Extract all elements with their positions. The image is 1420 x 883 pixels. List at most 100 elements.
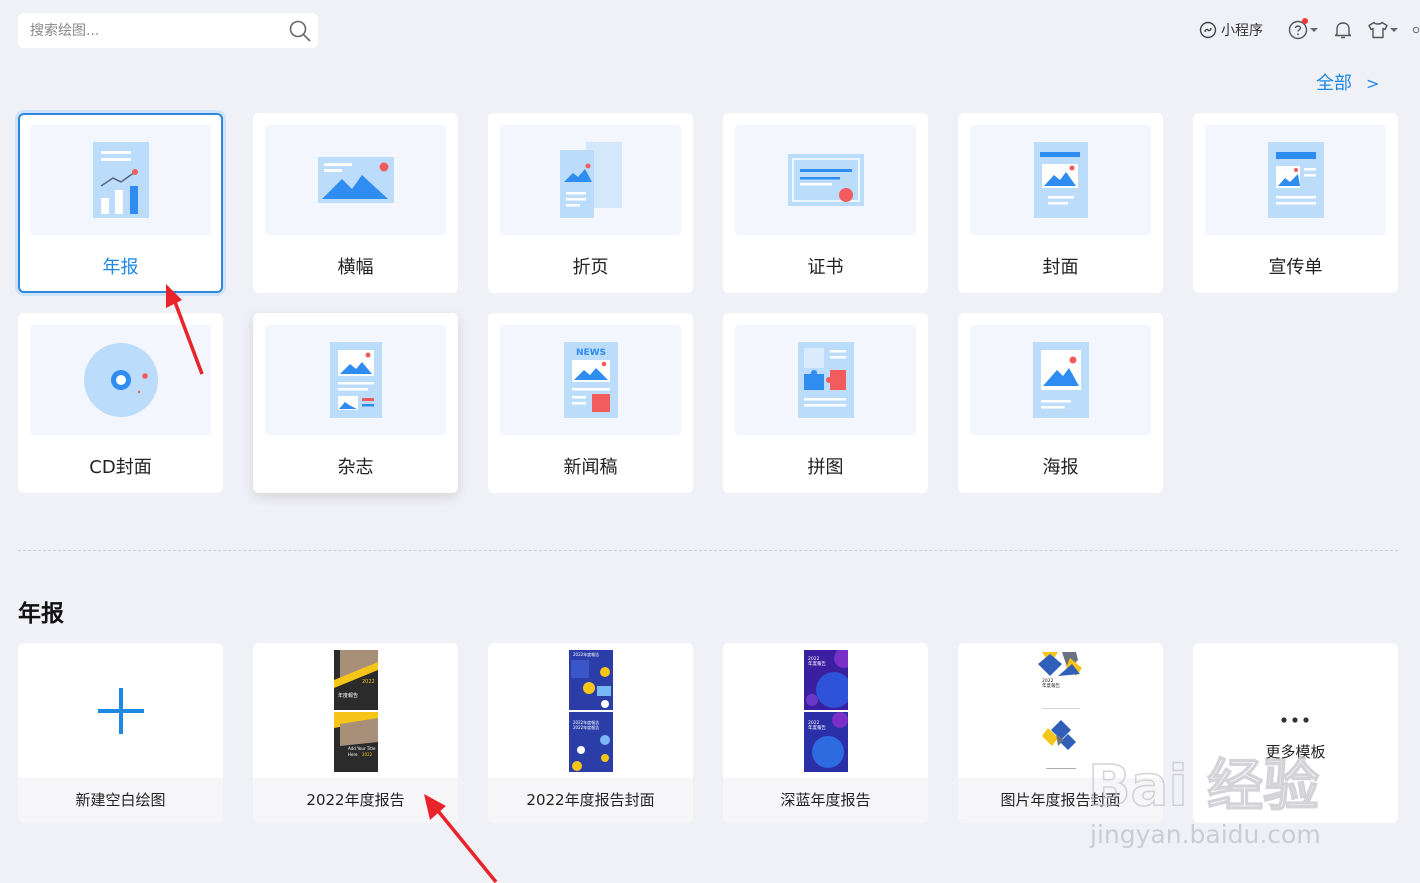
template-label: 新建空白绘图	[18, 778, 223, 823]
mini-program-button[interactable]: 小程序	[1199, 20, 1263, 40]
news-badge: NEWS	[575, 348, 605, 358]
more-templates-card[interactable]: 更多模板	[1193, 643, 1398, 823]
magazine-icon	[329, 342, 382, 418]
svg-text:jingyan.baidu.com: jingyan.baidu.com	[1089, 820, 1321, 849]
flyer-icon	[1267, 142, 1324, 218]
svg-text:Add Your Title: Add Your Title	[348, 746, 376, 751]
category-thumbnail	[735, 125, 916, 235]
template-thumbnail: 2022 年度報告	[1037, 649, 1084, 772]
category-thumbnail	[30, 325, 211, 435]
annual-report-icon	[92, 142, 149, 218]
plus-icon	[97, 687, 144, 734]
category-annual-report[interactable]: 年报	[18, 113, 223, 293]
template-thumbnail: 2022 年度報告 Add Your Title Here 2022	[333, 649, 378, 772]
template-label: 图片年度报告封面	[958, 778, 1163, 823]
category-label: 横幅	[337, 257, 374, 278]
category-label: 拼图	[807, 457, 844, 478]
category-label: 新闻稿	[563, 457, 618, 478]
category-certificate[interactable]: 证书	[723, 113, 928, 293]
svg-text:2022年度報告: 2022年度報告	[573, 724, 599, 730]
section-divider	[18, 550, 1398, 551]
skin-button[interactable]	[1368, 21, 1398, 39]
svg-text:年度報告: 年度報告	[338, 692, 358, 699]
category-cover[interactable]: 封面	[958, 113, 1163, 293]
poster-icon	[1032, 342, 1089, 418]
chevron-right-icon: >	[1366, 74, 1380, 93]
template-card[interactable]: 2022年度報告 2022年度報告 2022年度報告 2022年度报告封面	[488, 643, 693, 823]
category-thumbnail: NEWS	[500, 325, 681, 435]
category-poster[interactable]: 海报	[958, 313, 1163, 493]
more-templates-label: 更多模板	[1265, 743, 1326, 761]
category-label: 年报	[102, 257, 139, 278]
banner-icon	[317, 157, 394, 203]
category-label: 宣传单	[1268, 257, 1323, 278]
template-preview: 2022年度報告 2022年度報告 2022年度報告	[488, 643, 693, 778]
category-label: CD封面	[89, 457, 152, 478]
help-button[interactable]	[1288, 18, 1318, 40]
template-card[interactable]: 2022 年度報告 Add Your Title Here 2022 2022年…	[253, 643, 458, 823]
template-thumbnail: 2022 年度報告 2022 年度報告	[803, 649, 848, 772]
category-label: 证书	[807, 257, 844, 278]
chevron-down-icon	[1390, 28, 1398, 32]
category-thumbnail	[735, 325, 916, 435]
template-preview: 2022 年度報告	[958, 643, 1163, 778]
section-title: 年报	[18, 601, 64, 627]
template-preview: 2022 年度報告 Add Your Title Here 2022	[253, 643, 458, 778]
search-box[interactable]	[18, 13, 318, 48]
template-card[interactable]: 2022 年度報告 2022 年度報告 深蓝年度报告	[723, 643, 928, 823]
category-flyer[interactable]: 宣传单	[1193, 113, 1398, 293]
chevron-down-icon	[1310, 28, 1318, 32]
mini-program-label: 小程序	[1221, 23, 1263, 39]
category-thumbnail	[500, 125, 681, 235]
shirt-icon	[1368, 21, 1388, 39]
category-label: 杂志	[337, 457, 374, 478]
category-thumbnail	[265, 325, 446, 435]
bell-icon	[1334, 22, 1352, 39]
category-thumbnail	[970, 125, 1151, 235]
category-thumbnail	[970, 325, 1151, 435]
more-icon	[1281, 717, 1309, 723]
category-label: 封面	[1042, 257, 1079, 278]
cover-icon	[1033, 142, 1088, 218]
settings-button[interactable]	[1412, 22, 1420, 38]
search-icon[interactable]	[288, 19, 312, 43]
mini-program-icon	[1199, 21, 1217, 39]
category-banner[interactable]: 横幅	[253, 113, 458, 293]
template-preview	[18, 643, 223, 778]
template-label: 2022年度报告封面	[488, 778, 693, 823]
news-icon: NEWS	[563, 342, 618, 418]
category-brochure[interactable]: 折页	[488, 113, 693, 293]
notifications-button[interactable]	[1334, 20, 1352, 40]
svg-text:2022: 2022	[362, 752, 373, 757]
search-input[interactable]	[18, 13, 278, 48]
category-press-release[interactable]: NEWS 新闻稿	[488, 313, 693, 493]
template-label: 深蓝年度报告	[723, 778, 928, 823]
category-thumbnail	[1205, 125, 1386, 235]
all-categories-link[interactable]: 全部 >	[1316, 69, 1379, 95]
category-collage[interactable]: 拼图	[723, 313, 928, 493]
notification-dot	[1302, 18, 1308, 24]
category-magazine[interactable]: 杂志	[253, 313, 458, 493]
gear-icon	[1412, 26, 1420, 34]
template-label: 2022年度报告	[253, 778, 458, 823]
template-card[interactable]: 2022 年度報告 图片年度报告封面	[958, 643, 1163, 823]
new-blank-drawing-card[interactable]: 新建空白绘图	[18, 643, 223, 823]
all-link-label: 全部	[1316, 73, 1352, 94]
svg-text:年度報告: 年度報告	[808, 724, 826, 731]
svg-text:年度報告: 年度報告	[1042, 682, 1060, 689]
svg-text:年度報告: 年度報告	[808, 660, 826, 667]
cd-icon	[83, 343, 158, 417]
category-thumbnail	[265, 125, 446, 235]
category-label: 海报	[1042, 457, 1079, 478]
svg-text:Here: Here	[348, 752, 358, 757]
template-preview: 2022 年度報告 2022 年度報告	[723, 643, 928, 778]
svg-text:2022: 2022	[362, 679, 375, 685]
category-cd-cover[interactable]: CD封面	[18, 313, 223, 493]
svg-text:2022年度報告: 2022年度報告	[573, 651, 599, 657]
category-thumbnail	[30, 125, 211, 235]
brochure-icon	[559, 142, 622, 218]
certificate-icon	[787, 154, 864, 206]
template-thumbnail: 2022年度報告 2022年度報告 2022年度報告	[568, 649, 613, 772]
top-toolbar: 小程序	[1199, 17, 1420, 43]
category-label: 折页	[572, 257, 609, 278]
